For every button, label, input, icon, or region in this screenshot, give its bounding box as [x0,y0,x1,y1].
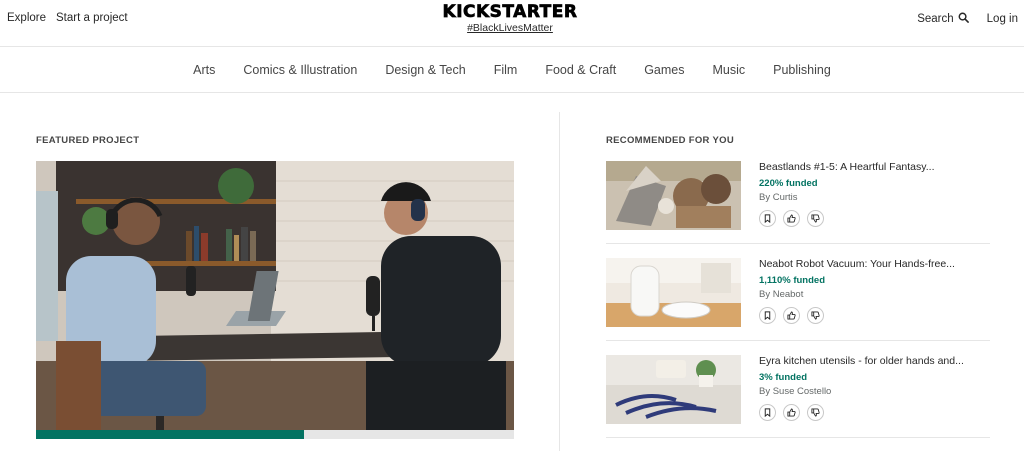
recommended-heading: RECOMMENDED FOR YOU [606,135,734,146]
nav-item-arts[interactable]: Arts [179,63,229,77]
start-project-link[interactable]: Start a project [56,12,128,24]
thumbs-up-icon [787,404,796,422]
recommended-item-creator[interactable]: By Neabot [759,289,803,300]
featured-project-heading: FEATURED PROJECT [36,135,140,146]
recommended-item-actions [759,307,824,324]
nav-item-comics-illustration[interactable]: Comics & Illustration [229,63,371,77]
featured-project-image[interactable] [36,161,514,430]
bookmark-button[interactable] [759,210,776,227]
thumbs-up-button[interactable] [783,210,800,227]
thumbs-down-icon [811,307,820,325]
thumbs-up-icon [787,210,796,228]
featured-funding-progress [36,430,514,439]
nav-item-publishing[interactable]: Publishing [759,63,845,77]
recommended-separator [606,243,990,244]
bookmark-button[interactable] [759,404,776,421]
header-right-links: Search Log in [917,12,1018,26]
thumbs-down-icon [811,404,820,422]
recommended-separator [606,437,990,438]
header-left-links: Explore Start a project [7,12,128,24]
thumbs-down-button[interactable] [807,307,824,324]
recommended-item-title[interactable]: Beastlands #1-5: A Heartful Fantasy... [759,161,935,173]
recommended-item-title[interactable]: Neabot Robot Vacuum: Your Hands-free... [759,258,955,270]
thumbs-down-button[interactable] [807,404,824,421]
site-header: Explore Start a project KICKSTARTER #Bla… [0,0,1024,47]
nav-item-film[interactable]: Film [480,63,532,77]
recommended-item-image[interactable] [606,355,741,424]
recommended-item-creator[interactable]: By Curtis [759,192,798,203]
nav-item-music[interactable]: Music [698,63,759,77]
bookmark-icon [763,404,772,422]
nav-item-design-tech[interactable]: Design & Tech [371,63,479,77]
search-button[interactable]: Search [917,12,969,26]
search-label: Search [917,13,954,25]
column-divider [559,112,560,451]
thumbs-up-button[interactable] [783,404,800,421]
nav-item-food-craft[interactable]: Food & Craft [531,63,630,77]
category-nav: Arts Comics & Illustration Design & Tech… [0,47,1024,93]
thumbs-down-icon [811,210,820,228]
bookmark-button[interactable] [759,307,776,324]
recommended-item-actions [759,210,824,227]
recommended-separator [606,340,990,341]
recommended-item-funded: 3% funded [759,372,808,383]
recommended-item-image[interactable] [606,258,741,327]
recommended-item: Neabot Robot Vacuum: Your Hands-free... … [606,258,990,338]
blacklivesmatter-link[interactable]: #BlackLivesMatter [442,22,578,34]
recommended-item: Eyra kitchen utensils - for older hands … [606,355,990,435]
recommended-item: Beastlands #1-5: A Heartful Fantasy... 2… [606,161,990,241]
explore-link[interactable]: Explore [7,12,46,24]
recommended-item-image[interactable] [606,161,741,230]
nav-item-games[interactable]: Games [630,63,698,77]
logo-wordmark: KICKSTARTER [442,2,578,23]
recommended-item-actions [759,404,824,421]
search-icon [958,12,969,26]
thumbs-up-icon [787,307,796,325]
thumbs-down-button[interactable] [807,210,824,227]
funding-progress-fill [36,430,304,439]
recommended-item-title[interactable]: Eyra kitchen utensils - for older hands … [759,355,964,367]
recommended-item-creator[interactable]: By Suse Costello [759,386,831,397]
bookmark-icon [763,307,772,325]
recommended-item-funded: 220% funded [759,178,818,189]
bookmark-icon [763,210,772,228]
kickstarter-logo[interactable]: KICKSTARTER #BlackLivesMatter [442,2,578,34]
login-link[interactable]: Log in [987,13,1018,25]
recommended-item-funded: 1,110% funded [759,275,825,286]
thumbs-up-button[interactable] [783,307,800,324]
